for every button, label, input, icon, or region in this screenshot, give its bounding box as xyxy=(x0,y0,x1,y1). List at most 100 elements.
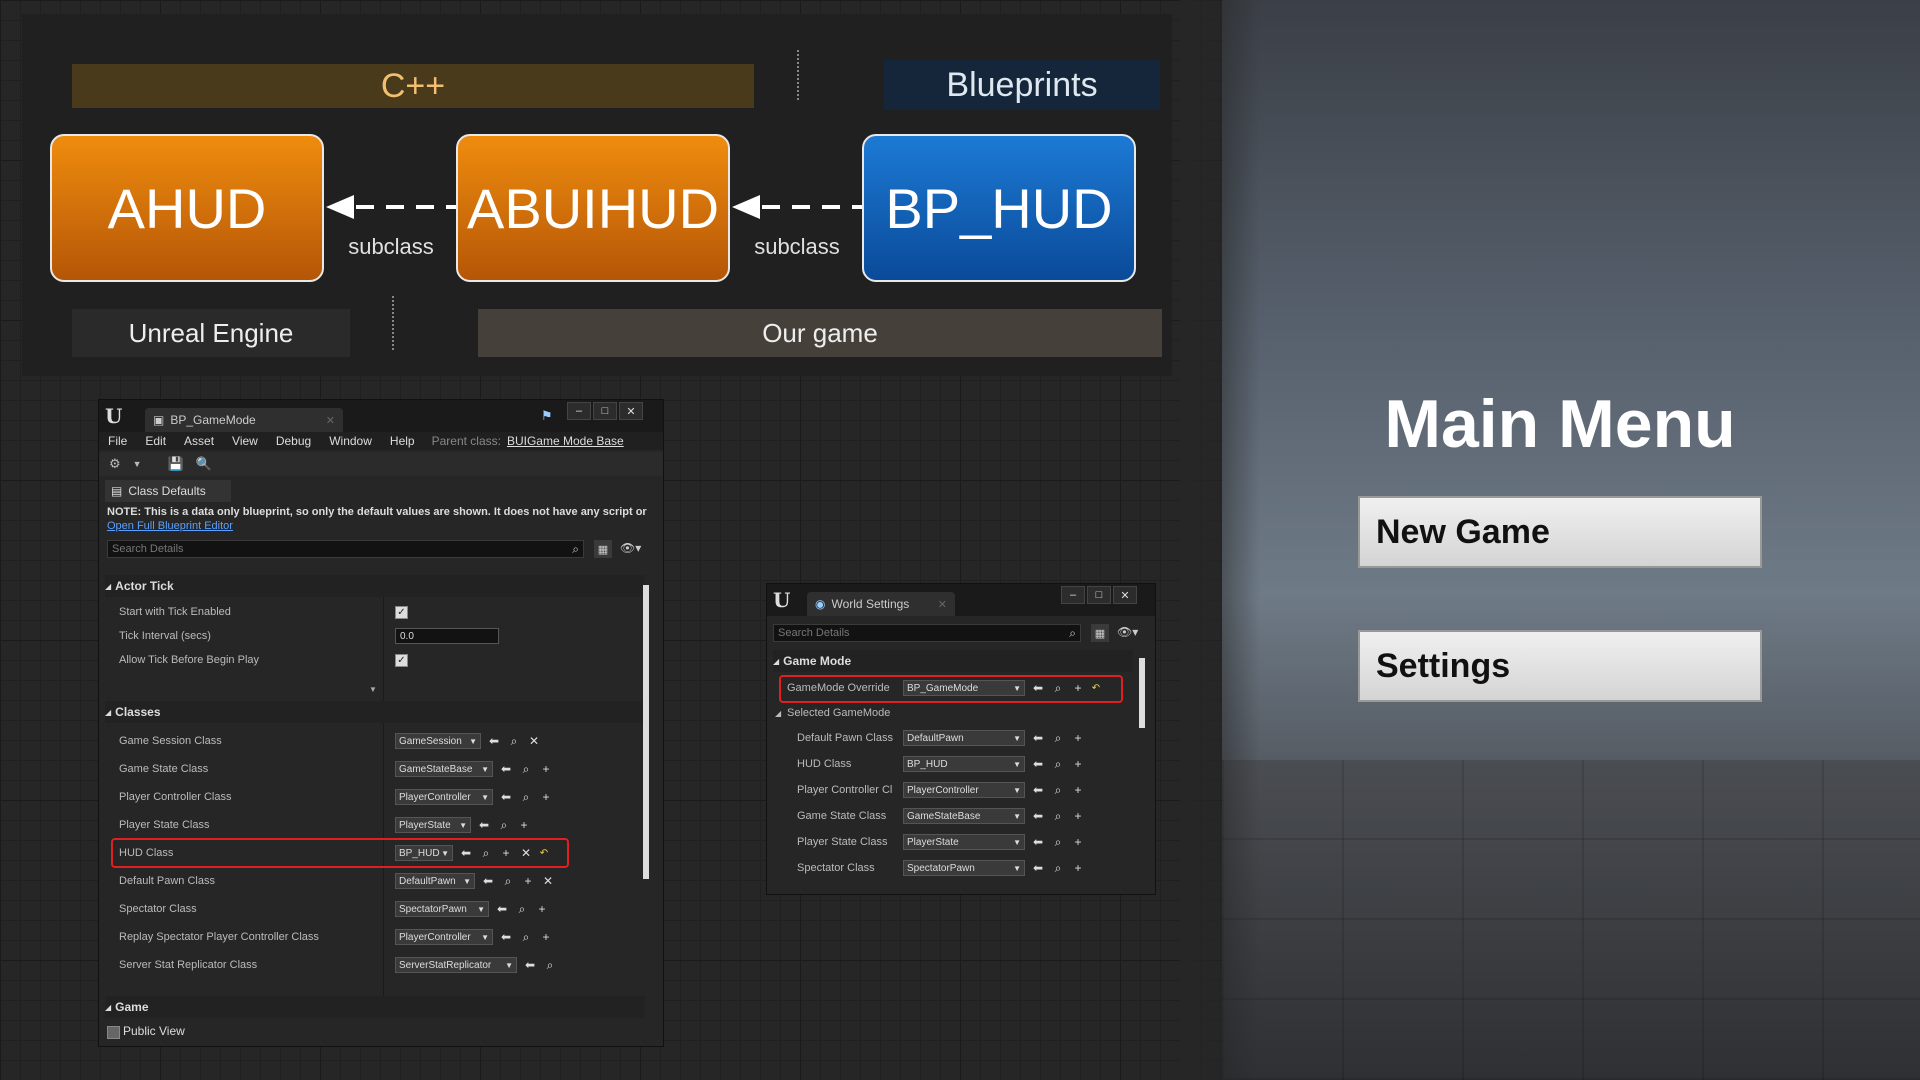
public-view-checkbox[interactable] xyxy=(107,1026,120,1039)
add-icon[interactable]: + xyxy=(1071,731,1085,745)
menu-file[interactable]: File xyxy=(99,434,136,448)
browse-icon[interactable]: ⌕ xyxy=(519,930,533,945)
compile-icon[interactable]: ⚙ xyxy=(109,456,121,472)
tick-interval-input[interactable]: 0.0 xyxy=(395,628,499,644)
default-pawn-dropdown[interactable]: DefaultPawn ▼ xyxy=(903,730,1025,746)
view-options-grid-icon[interactable]: ▦ xyxy=(1091,624,1109,642)
menu-help[interactable]: Help xyxy=(381,434,424,448)
maximize-button[interactable]: □ xyxy=(1087,586,1111,604)
hud-class-dropdown[interactable]: BP_HUD ▼ xyxy=(903,756,1025,772)
player-state-dropdown[interactable]: PlayerState ▼ xyxy=(903,834,1025,850)
game-state-dropdown[interactable]: GameStateBase ▼ xyxy=(395,761,493,777)
browse-icon[interactable]: ⌕ xyxy=(1051,835,1065,850)
browse-icon[interactable]: ⌕ xyxy=(1051,809,1065,824)
use-selected-icon[interactable]: ⬅ xyxy=(1031,861,1045,875)
use-selected-icon[interactable]: ⬅ xyxy=(477,818,491,832)
browse-icon[interactable]: ⌕ xyxy=(519,790,533,805)
save-icon[interactable]: 💾 xyxy=(168,456,184,472)
use-selected-icon[interactable]: ⬅ xyxy=(499,930,513,944)
browse-icon[interactable]: ⌕ xyxy=(501,874,515,889)
view-options-grid-icon[interactable]: ▦ xyxy=(594,540,612,558)
eye-icon[interactable]: 👁▾ xyxy=(620,541,641,555)
add-icon[interactable]: + xyxy=(517,818,531,832)
new-game-button[interactable]: New Game xyxy=(1358,496,1762,568)
use-selected-icon[interactable]: ⬅ xyxy=(1031,835,1045,849)
minimize-button[interactable]: – xyxy=(567,402,591,420)
spectator-dropdown[interactable]: SpectatorPawn ▼ xyxy=(903,860,1025,876)
open-full-editor-link[interactable]: Open Full Blueprint Editor xyxy=(107,520,233,532)
clear-icon[interactable]: ✕ xyxy=(527,734,541,748)
browse-icon[interactable]: 🔍 xyxy=(196,456,212,472)
browse-icon[interactable]: ⌕ xyxy=(519,762,533,777)
add-icon[interactable]: + xyxy=(521,874,535,888)
maximize-button[interactable]: □ xyxy=(593,402,617,420)
browse-icon[interactable]: ⌕ xyxy=(1051,757,1065,772)
menu-window[interactable]: Window xyxy=(320,434,381,448)
category-classes[interactable]: ◢ Classes xyxy=(105,701,645,723)
add-icon[interactable]: + xyxy=(539,762,553,776)
tab-close-icon[interactable]: ✕ xyxy=(326,414,335,427)
title-bar[interactable]: U ▣ BP_GameMode ✕ ⚑ – □ ✕ xyxy=(99,400,663,432)
use-selected-icon[interactable]: ⬅ xyxy=(499,762,513,776)
category-game[interactable]: ◢ Game xyxy=(105,996,645,1018)
close-button[interactable]: ✕ xyxy=(619,402,643,420)
player-state-dropdown[interactable]: PlayerState ▼ xyxy=(395,817,471,833)
add-icon[interactable]: + xyxy=(535,902,549,916)
menu-debug[interactable]: Debug xyxy=(267,434,320,448)
browse-icon[interactable]: ⌕ xyxy=(1051,861,1065,876)
use-selected-icon[interactable]: ⬅ xyxy=(487,734,501,748)
browse-icon[interactable]: ⌕ xyxy=(543,958,557,973)
default-pawn-dropdown[interactable]: DefaultPawn ▼ xyxy=(395,873,475,889)
title-bar[interactable]: U ◉ World Settings ✕ – □ ✕ xyxy=(767,584,1155,616)
use-selected-icon[interactable]: ⬅ xyxy=(495,902,509,916)
minimize-button[interactable]: – xyxy=(1061,586,1085,604)
browse-icon[interactable]: ⌕ xyxy=(1051,731,1065,746)
allow-tick-checkbox[interactable]: ✓ xyxy=(395,653,408,667)
tab-world-settings[interactable]: ◉ World Settings ✕ xyxy=(807,592,955,616)
player-controller-dropdown[interactable]: PlayerController ▼ xyxy=(903,782,1025,798)
selected-gamemode-header[interactable]: ◢ Selected GameMode xyxy=(773,702,1133,724)
browse-icon[interactable]: ⌕ xyxy=(515,902,529,917)
category-actor-tick[interactable]: ◢ Actor Tick xyxy=(105,575,645,597)
tab-class-defaults[interactable]: ▤ Class Defaults xyxy=(105,480,231,502)
game-state-dropdown[interactable]: GameStateBase ▼ xyxy=(903,808,1025,824)
start-with-tick-checkbox[interactable]: ✓ xyxy=(395,605,408,619)
add-icon[interactable]: + xyxy=(1071,861,1085,875)
browse-icon[interactable]: ⌕ xyxy=(507,734,521,749)
search-input[interactable]: Search Details ⌕ xyxy=(773,624,1081,642)
add-icon[interactable]: + xyxy=(1071,783,1085,797)
use-selected-icon[interactable]: ⬅ xyxy=(1031,757,1045,771)
expand-advanced-icon[interactable]: ▼ xyxy=(369,685,377,694)
use-selected-icon[interactable]: ⬅ xyxy=(499,790,513,804)
browse-icon[interactable]: ⌕ xyxy=(1051,783,1065,798)
add-icon[interactable]: + xyxy=(1071,835,1085,849)
parent-class-link[interactable]: BUIGame Mode Base xyxy=(507,434,624,448)
browse-icon[interactable]: ⌕ xyxy=(497,818,511,833)
add-icon[interactable]: + xyxy=(1071,757,1085,771)
game-session-dropdown[interactable]: GameSession ▼ xyxy=(395,733,481,749)
menu-view[interactable]: View xyxy=(223,434,267,448)
clear-icon[interactable]: ✕ xyxy=(541,874,555,888)
eye-icon[interactable]: 👁▾ xyxy=(1117,625,1138,639)
add-icon[interactable]: + xyxy=(1071,809,1085,823)
search-input[interactable]: Search Details ⌕ xyxy=(107,540,584,558)
tab-bp-gamemode[interactable]: ▣ BP_GameMode ✕ xyxy=(145,408,343,432)
chevron-down-icon[interactable]: ▼ xyxy=(133,459,142,469)
use-selected-icon[interactable]: ⬅ xyxy=(1031,809,1045,823)
menu-asset[interactable]: Asset xyxy=(175,434,223,448)
use-selected-icon[interactable]: ⬅ xyxy=(481,874,495,888)
category-game-mode[interactable]: ◢ Game Mode xyxy=(773,650,1133,672)
use-selected-icon[interactable]: ⬅ xyxy=(523,958,537,972)
scrollbar[interactable] xyxy=(643,585,649,879)
add-icon[interactable]: + xyxy=(539,930,553,944)
close-button[interactable]: ✕ xyxy=(1113,586,1137,604)
menu-edit[interactable]: Edit xyxy=(136,434,175,448)
replay-spectator-dropdown[interactable]: PlayerController ▼ xyxy=(395,929,493,945)
player-controller-dropdown[interactable]: PlayerController ▼ xyxy=(395,789,493,805)
scrollbar[interactable] xyxy=(1139,658,1145,728)
server-stat-dropdown[interactable]: ServerStatReplicator ▼ xyxy=(395,957,517,973)
spectator-dropdown[interactable]: SpectatorPawn ▼ xyxy=(395,901,489,917)
use-selected-icon[interactable]: ⬅ xyxy=(1031,783,1045,797)
settings-button[interactable]: Settings xyxy=(1358,630,1762,702)
add-icon[interactable]: + xyxy=(539,790,553,804)
